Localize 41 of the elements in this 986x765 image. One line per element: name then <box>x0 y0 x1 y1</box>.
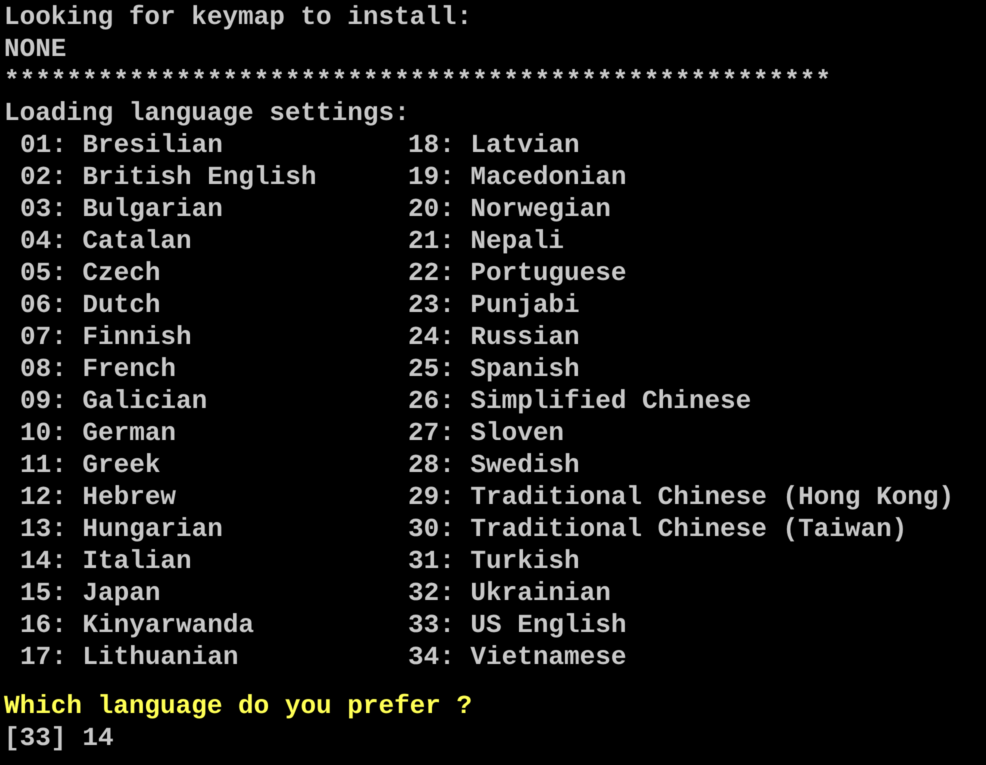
separator-line: ***************************************************** <box>4 65 831 97</box>
language-option: 25: Spanish <box>408 353 580 385</box>
typed-answer[interactable]: 14 <box>82 722 114 754</box>
language-option: 01: Bresilian <box>20 129 223 161</box>
language-option: 32: Ukrainian <box>408 577 611 609</box>
language-option: 06: Dutch <box>20 289 160 321</box>
language-option: 08: French <box>20 353 176 385</box>
language-option: 18: Latvian <box>408 129 580 161</box>
language-option: 20: Norwegian <box>408 193 611 225</box>
language-option: 22: Portuguese <box>408 257 626 289</box>
language-option: 27: Sloven <box>408 417 564 449</box>
language-option: 02: British English <box>20 161 316 193</box>
language-option: 24: Russian <box>408 321 580 353</box>
language-option: 10: German <box>20 417 176 449</box>
language-option: 11: Greek <box>20 449 160 481</box>
language-option: 19: Macedonian <box>408 161 626 193</box>
language-option: 17: Lithuanian <box>20 641 238 673</box>
language-option: 03: Bulgarian <box>20 193 223 225</box>
language-option: 07: Finnish <box>20 321 192 353</box>
language-option: 30: Traditional Chinese (Taiwan) <box>408 513 908 545</box>
language-option: 33: US English <box>408 609 626 641</box>
language-option: 04: Catalan <box>20 225 192 257</box>
language-option: 13: Hungarian <box>20 513 223 545</box>
console-line: Looking for keymap to install: <box>4 1 472 33</box>
language-option: 28: Swedish <box>408 449 580 481</box>
language-option: 09: Galician <box>20 385 208 417</box>
default-choice: [33] <box>4 722 66 754</box>
prompt-text: Which language do you prefer ? <box>4 690 472 722</box>
language-option: 16: Kinyarwanda <box>20 609 254 641</box>
console-line: Loading language settings: <box>4 97 410 129</box>
language-option: 34: Vietnamese <box>408 641 626 673</box>
language-option: 12: Hebrew <box>20 481 176 513</box>
language-option: 23: Punjabi <box>408 289 580 321</box>
language-option: 21: Nepali <box>408 225 564 257</box>
language-option: 31: Turkish <box>408 545 580 577</box>
language-option: 14: Italian <box>20 545 192 577</box>
language-option: 29: Traditional Chinese (Hong Kong) <box>408 481 954 513</box>
language-option: 26: Simplified Chinese <box>408 385 752 417</box>
language-option: 15: Japan <box>20 577 160 609</box>
language-option: 05: Czech <box>20 257 160 289</box>
console-line: NONE <box>4 33 66 65</box>
